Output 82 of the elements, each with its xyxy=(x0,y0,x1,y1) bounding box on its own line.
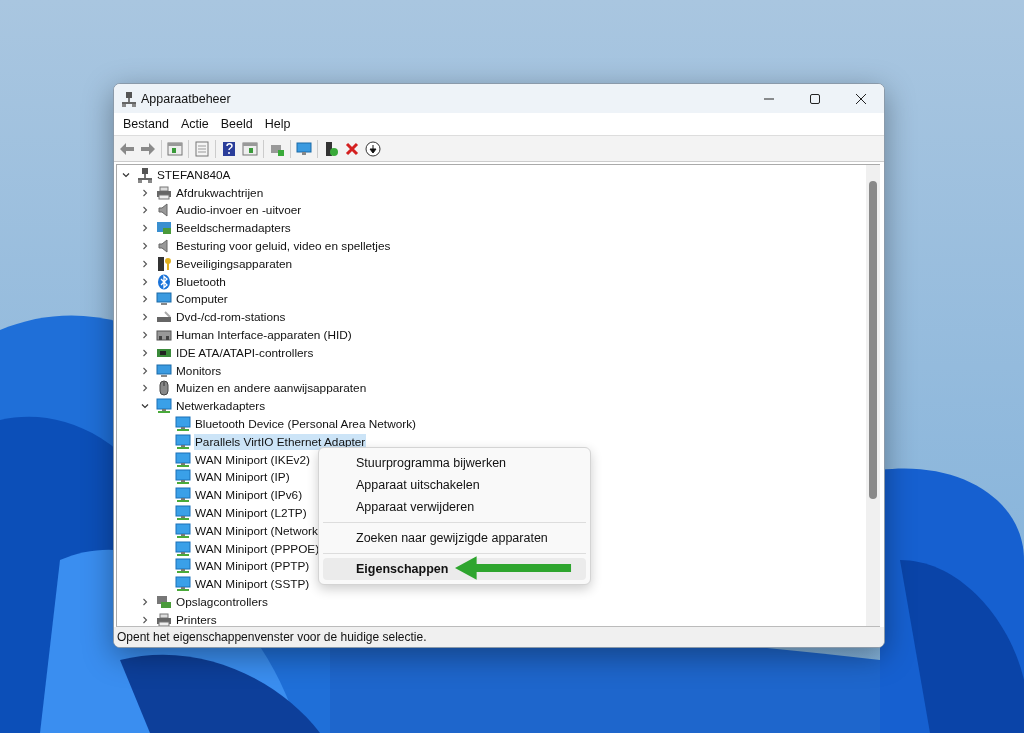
printer-icon xyxy=(156,184,172,201)
tree-item[interactable]: Human Interface-apparaten (HID) xyxy=(175,327,353,344)
action-pane-icon[interactable] xyxy=(242,140,258,157)
network-adapter-icon xyxy=(175,540,191,557)
chevron-icon[interactable] xyxy=(140,276,150,287)
tree-item[interactable]: Netwerkadapters xyxy=(175,398,267,415)
tree-item[interactable]: Muizen en andere aanwijsapparaten xyxy=(175,380,368,397)
storage-controller-icon xyxy=(156,594,172,610)
tree-item[interactable]: Parallels VirtIO Ethernet Adapter xyxy=(194,433,367,450)
scrollbar[interactable] xyxy=(866,165,880,626)
help-icon[interactable] xyxy=(221,140,237,157)
chevron-icon[interactable] xyxy=(140,241,150,252)
tree-item[interactable]: WAN Miniport (PPPOE) xyxy=(194,540,321,557)
tree-item[interactable]: Beveiligingsapparaten xyxy=(175,255,294,272)
network-computer-icon xyxy=(121,90,137,107)
menu-item[interactable]: Zoeken naar gewijzigde apparaten xyxy=(323,527,586,549)
forward-arrow-icon[interactable] xyxy=(140,140,156,157)
tree-item[interactable]: WAN Miniport (IPv6) xyxy=(194,487,304,504)
network-adapter-icon xyxy=(175,451,191,468)
menu-item[interactable]: Actie xyxy=(174,115,215,133)
chevron-icon[interactable] xyxy=(140,258,150,269)
tree-item[interactable]: WAN Miniport (PPTP) xyxy=(194,558,311,575)
window-title: Apparaatbeheer xyxy=(141,91,231,106)
console-tree-icon[interactable] xyxy=(167,140,183,157)
tree-item[interactable]: Opslagcontrollers xyxy=(175,594,269,610)
tree-item[interactable]: Bluetooth Device (Personal Area Network) xyxy=(194,416,417,433)
chevron-icon[interactable] xyxy=(140,312,150,323)
network-adapter-icon xyxy=(175,487,191,504)
network-adapter-icon xyxy=(175,505,191,522)
network-adapter-icon xyxy=(175,558,191,575)
tree-item[interactable]: STEFAN840A xyxy=(156,166,232,183)
tree-item[interactable]: Bluetooth xyxy=(175,273,227,290)
tree-item[interactable]: Besturing voor geluid, video en spelletjes xyxy=(175,238,392,255)
close-icon xyxy=(856,93,866,104)
chevron-icon[interactable] xyxy=(140,365,150,376)
network-adapter-icon xyxy=(156,398,172,415)
add-device-icon[interactable] xyxy=(323,140,339,157)
tree-item[interactable]: Beeldschermadapters xyxy=(175,220,292,237)
chevron-icon[interactable] xyxy=(140,187,150,198)
chevron-icon[interactable] xyxy=(140,294,150,305)
tree-item[interactable]: WAN Miniport (IP) xyxy=(194,469,291,486)
network-adapter-icon xyxy=(175,416,191,433)
network-adapter-icon xyxy=(175,576,191,593)
tree-item[interactable]: Monitors xyxy=(175,362,223,379)
menu-item[interactable]: Apparaat uitschakelen xyxy=(323,474,586,496)
tree-item[interactable]: Dvd-/cd-rom-stations xyxy=(175,309,287,326)
display-adapter-icon xyxy=(156,220,172,237)
network-adapter-icon xyxy=(175,522,191,539)
chevron-icon[interactable] xyxy=(140,614,150,625)
menu-item[interactable]: Apparaat verwijderen xyxy=(323,496,586,518)
input-device-icon xyxy=(156,327,172,344)
tree-item[interactable]: Printers xyxy=(175,611,218,626)
network-adapter-icon xyxy=(175,469,191,486)
security-device-icon xyxy=(156,255,172,272)
tree-item[interactable]: WAN Miniport (SSTP) xyxy=(194,576,311,593)
tree-item[interactable]: WAN Miniport (IKEv2) xyxy=(194,451,311,468)
bluetooth-icon xyxy=(156,273,172,290)
maximize-icon xyxy=(810,93,820,104)
chevron-icon[interactable] xyxy=(140,330,150,341)
monitor-icon xyxy=(156,362,172,379)
tree-item[interactable]: WAN Miniport (L2TP) xyxy=(194,505,308,522)
tree-item[interactable]: Audio-invoer en -uitvoer xyxy=(175,202,303,219)
network-computer-icon xyxy=(137,166,153,183)
monitor-icon xyxy=(156,291,172,308)
menu-item[interactable]: Help xyxy=(258,115,297,133)
status-text: Opent het eigenschappenvenster voor de huidige selectie. xyxy=(117,630,427,644)
menu-item[interactable]: Bestand xyxy=(117,115,175,133)
chevron-icon[interactable] xyxy=(140,597,150,607)
remove-icon[interactable] xyxy=(344,140,360,157)
monitor-icon[interactable] xyxy=(296,140,312,157)
tree-item[interactable]: WAN Miniport (Network xyxy=(194,522,319,539)
chevron-icon[interactable] xyxy=(140,347,150,358)
network-adapter-icon xyxy=(175,433,191,450)
menu-item[interactable]: Beeld xyxy=(214,115,259,133)
tree-item[interactable]: Afdrukwachtrijen xyxy=(175,184,265,201)
menu-item[interactable]: Stuurprogramma bijwerken xyxy=(323,452,586,474)
tree-item[interactable]: IDE ATA/ATAPI-controllers xyxy=(175,344,315,361)
chevron-icon[interactable] xyxy=(140,383,150,394)
chevron-icon[interactable] xyxy=(140,205,150,216)
tree-item[interactable]: Computer xyxy=(175,291,229,308)
download-icon[interactable] xyxy=(365,140,381,157)
chevron-icon[interactable] xyxy=(140,223,150,234)
